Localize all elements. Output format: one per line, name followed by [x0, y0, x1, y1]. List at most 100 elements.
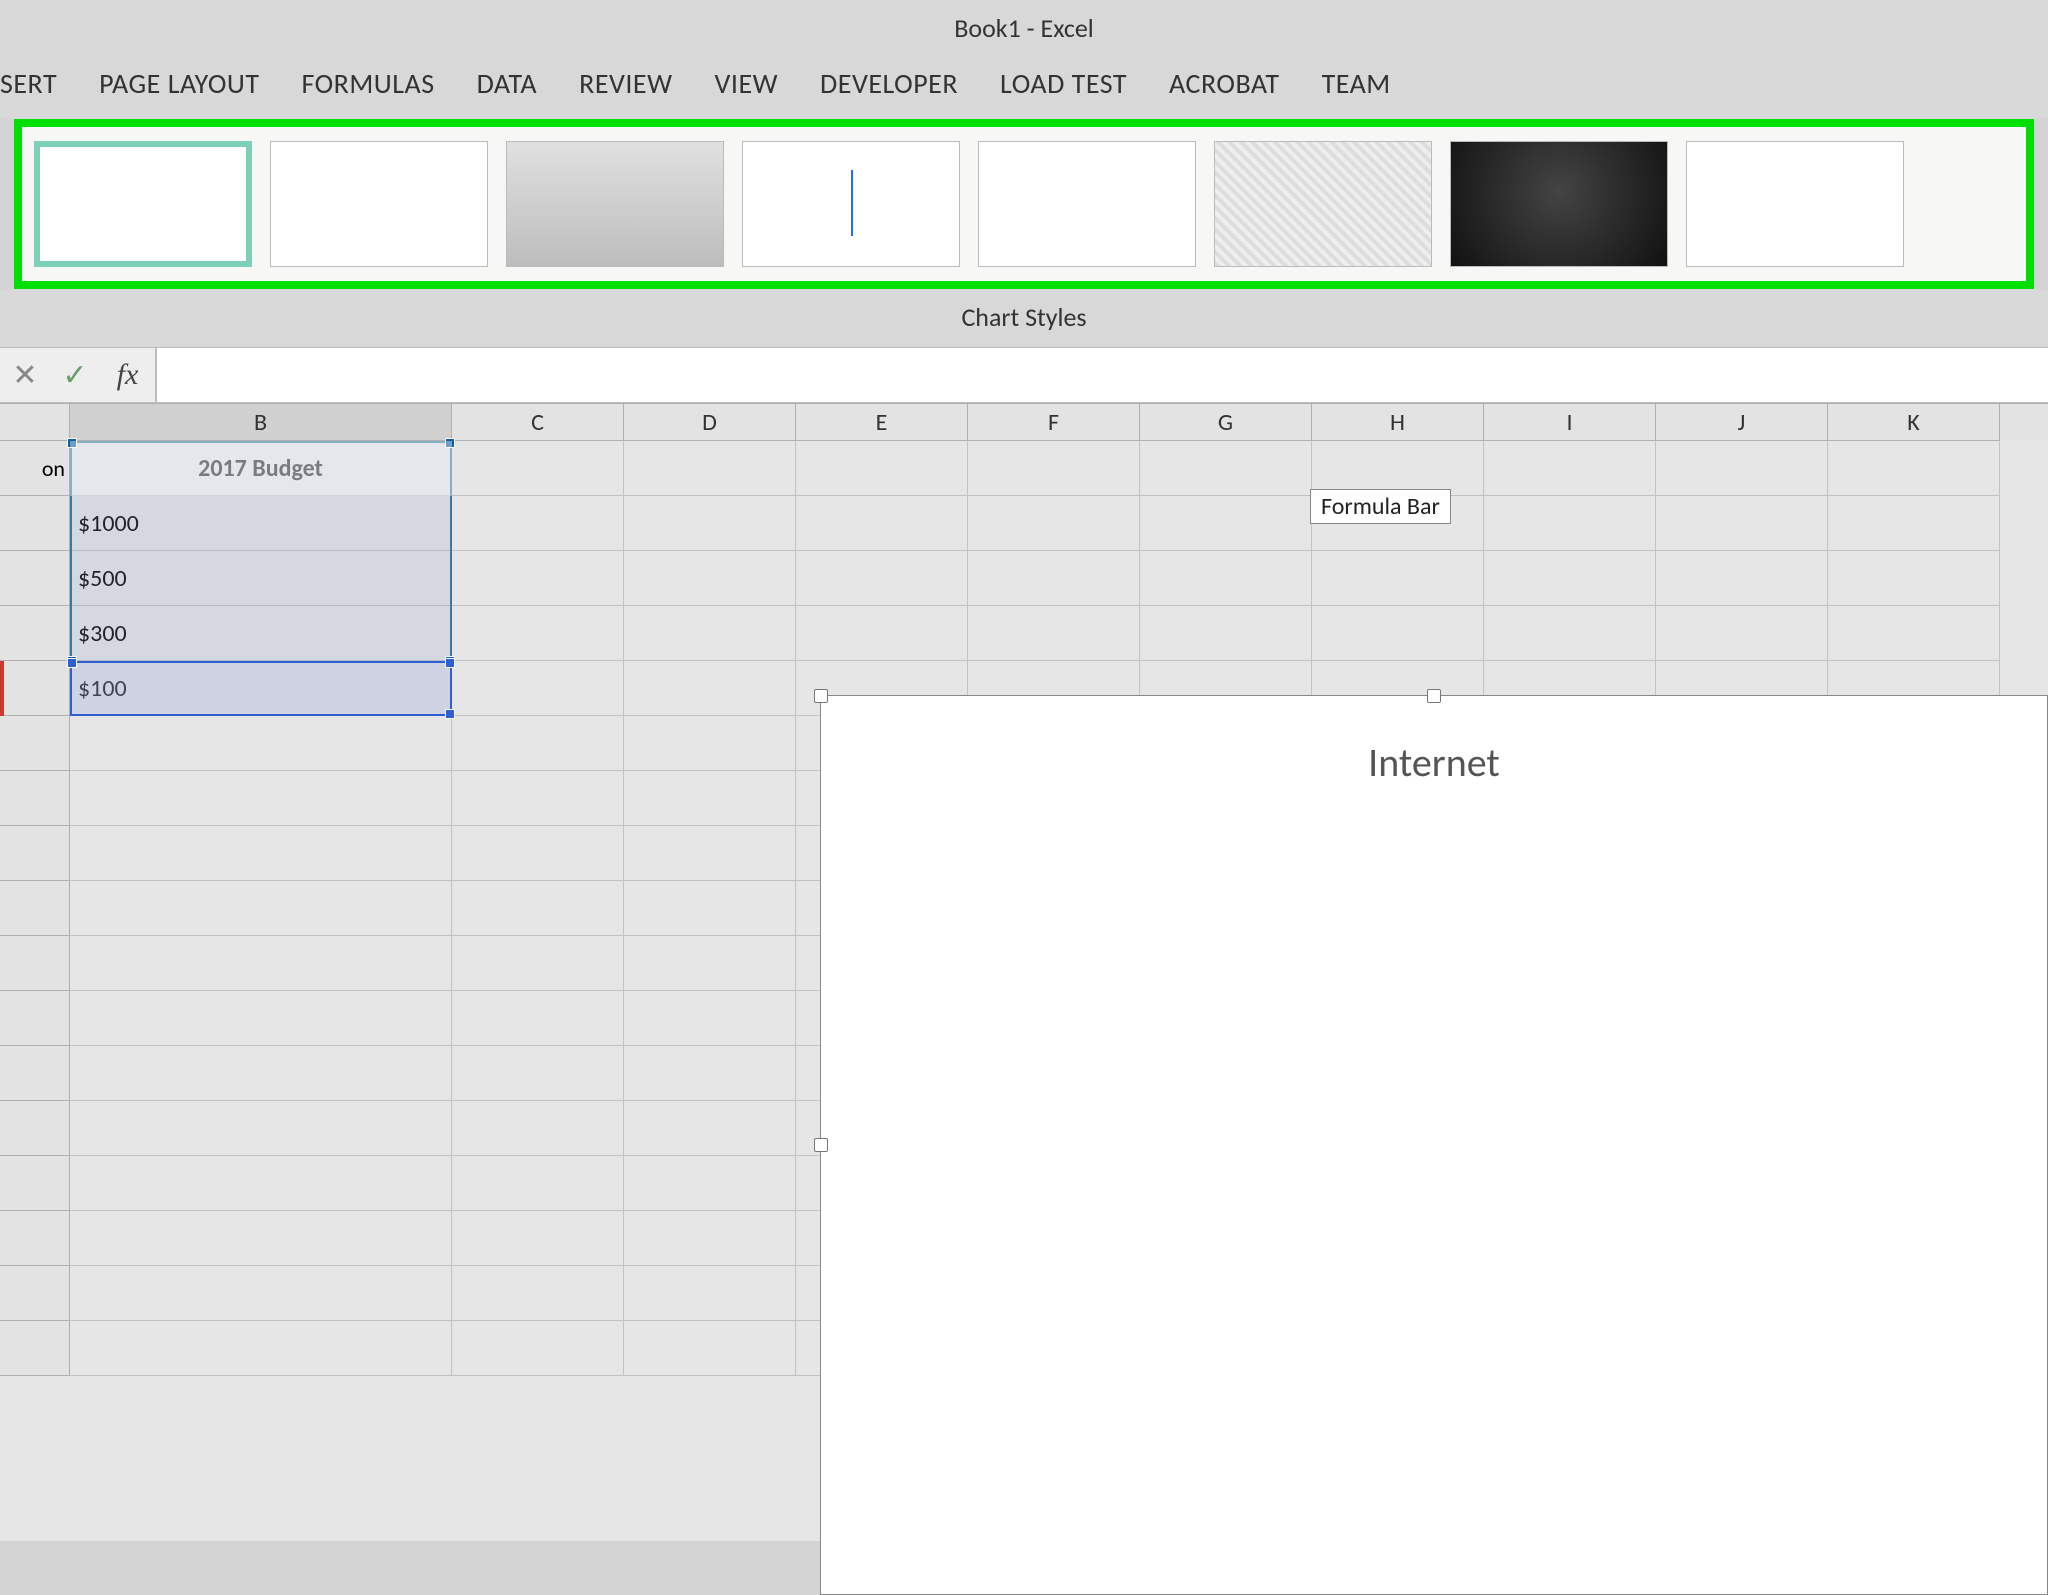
- tab-developer[interactable]: DEVELOPER: [820, 66, 958, 101]
- tab-acrobat[interactable]: ACROBAT: [1169, 66, 1280, 101]
- cell[interactable]: [70, 881, 452, 936]
- cell-F2[interactable]: [968, 496, 1140, 551]
- resize-handle-icon[interactable]: [1427, 689, 1441, 703]
- cell-J4[interactable]: [1656, 606, 1828, 661]
- cell-E1[interactable]: [796, 441, 968, 496]
- row-header[interactable]: [0, 991, 70, 1046]
- cell-I2[interactable]: [1484, 496, 1656, 551]
- chart-style-2[interactable]: [270, 141, 488, 267]
- cell[interactable]: [624, 936, 796, 991]
- row-header[interactable]: [0, 1321, 70, 1376]
- row-header-4[interactable]: [0, 606, 70, 661]
- cell[interactable]: [452, 716, 624, 771]
- cell[interactable]: [452, 936, 624, 991]
- cell-C5[interactable]: [452, 661, 624, 716]
- cell-B4[interactable]: $300: [70, 606, 452, 661]
- cell-H3[interactable]: [1312, 551, 1484, 606]
- cell[interactable]: [70, 936, 452, 991]
- cell[interactable]: [70, 1266, 452, 1321]
- row-header[interactable]: [0, 716, 70, 771]
- tab-page-layout[interactable]: PAGE LAYOUT: [99, 66, 259, 101]
- cell-D3[interactable]: [624, 551, 796, 606]
- row-header[interactable]: [0, 1101, 70, 1156]
- col-header-I[interactable]: I: [1484, 404, 1656, 441]
- chart-style-8[interactable]: [1686, 141, 1904, 267]
- cell[interactable]: [70, 991, 452, 1046]
- cell[interactable]: [70, 1211, 452, 1266]
- cell-C3[interactable]: [452, 551, 624, 606]
- col-header-B[interactable]: B: [70, 404, 452, 441]
- cell[interactable]: [624, 771, 796, 826]
- enter-icon[interactable]: ✓: [50, 357, 100, 394]
- formula-input[interactable]: [156, 348, 2048, 402]
- chart-style-7[interactable]: [1450, 141, 1668, 267]
- tab-review[interactable]: REVIEW: [579, 66, 672, 101]
- cell[interactable]: [452, 826, 624, 881]
- cell[interactable]: [452, 1101, 624, 1156]
- cell-E2[interactable]: [796, 496, 968, 551]
- cell[interactable]: [624, 1156, 796, 1211]
- cell-K2[interactable]: [1828, 496, 2000, 551]
- row-header[interactable]: [0, 1156, 70, 1211]
- cell-E3[interactable]: [796, 551, 968, 606]
- cell-J2[interactable]: [1656, 496, 1828, 551]
- cell-D1[interactable]: [624, 441, 796, 496]
- cell-F4[interactable]: [968, 606, 1140, 661]
- worksheet-grid[interactable]: on 2017 Budget $1000 $500 $300 $100 // p…: [0, 441, 2048, 1541]
- cell[interactable]: [70, 771, 452, 826]
- chart-style-4[interactable]: [742, 141, 960, 267]
- tab-insert[interactable]: SERT: [0, 66, 57, 101]
- cell-C1[interactable]: [452, 441, 624, 496]
- col-header-H[interactable]: H: [1312, 404, 1484, 441]
- row-header[interactable]: [0, 1266, 70, 1321]
- row-header[interactable]: [0, 771, 70, 826]
- cell[interactable]: [452, 991, 624, 1046]
- chart-style-1[interactable]: [34, 141, 252, 267]
- cell-I1[interactable]: [1484, 441, 1656, 496]
- cell-I3[interactable]: [1484, 551, 1656, 606]
- cell-B3[interactable]: $500: [70, 551, 452, 606]
- cell[interactable]: [624, 1101, 796, 1156]
- insert-function-icon[interactable]: fx: [100, 348, 156, 402]
- cell[interactable]: [624, 1211, 796, 1266]
- resize-handle-icon[interactable]: [814, 689, 828, 703]
- cell-G4[interactable]: [1140, 606, 1312, 661]
- row-header[interactable]: [0, 881, 70, 936]
- cell-G3[interactable]: [1140, 551, 1312, 606]
- cell-B2[interactable]: $1000: [70, 496, 452, 551]
- cell[interactable]: [452, 771, 624, 826]
- col-header-F[interactable]: F: [968, 404, 1140, 441]
- cell-D2[interactable]: [624, 496, 796, 551]
- cell[interactable]: [624, 1321, 796, 1376]
- cell-C2[interactable]: [452, 496, 624, 551]
- cell[interactable]: [70, 1046, 452, 1101]
- cell-I4[interactable]: [1484, 606, 1656, 661]
- col-header-G[interactable]: G: [1140, 404, 1312, 441]
- cell-H1[interactable]: [1312, 441, 1484, 496]
- cell[interactable]: [70, 716, 452, 771]
- cell-K4[interactable]: [1828, 606, 2000, 661]
- chart-style-5[interactable]: [978, 141, 1196, 267]
- chart-style-3[interactable]: [506, 141, 724, 267]
- cell-C4[interactable]: [452, 606, 624, 661]
- cell-D4[interactable]: [624, 606, 796, 661]
- cell[interactable]: [452, 1046, 624, 1101]
- cell-G2[interactable]: [1140, 496, 1312, 551]
- cell[interactable]: [624, 991, 796, 1046]
- cell[interactable]: [70, 826, 452, 881]
- cell-F3[interactable]: [968, 551, 1140, 606]
- cell[interactable]: [70, 1321, 452, 1376]
- col-header-E[interactable]: E: [796, 404, 968, 441]
- cell[interactable]: [624, 881, 796, 936]
- cell-G1[interactable]: [1140, 441, 1312, 496]
- row-header-5[interactable]: [0, 661, 70, 716]
- row-header[interactable]: [0, 1211, 70, 1266]
- chart-title[interactable]: Internet: [821, 696, 2047, 787]
- cell[interactable]: [452, 1266, 624, 1321]
- embedded-chart[interactable]: Internet: [820, 695, 2048, 1595]
- cell-B5[interactable]: $100: [70, 661, 452, 716]
- row-header[interactable]: [0, 936, 70, 991]
- row-header[interactable]: [0, 826, 70, 881]
- col-header-J[interactable]: J: [1656, 404, 1828, 441]
- cell-K3[interactable]: [1828, 551, 2000, 606]
